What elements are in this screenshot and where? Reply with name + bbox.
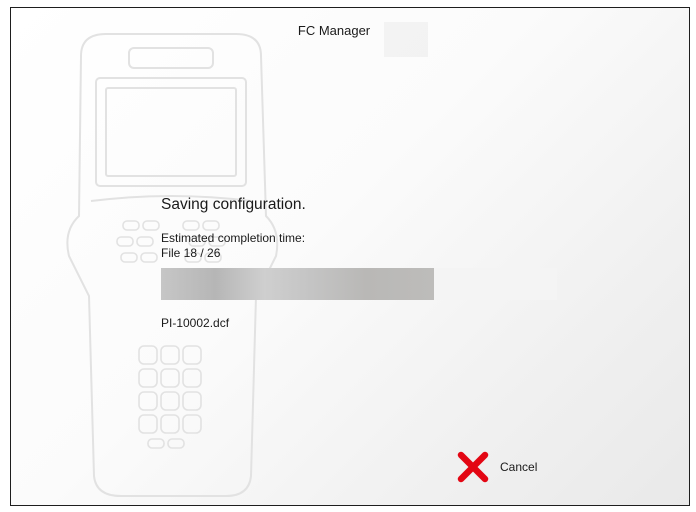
handheld-device-watermark-icon	[66, 33, 279, 497]
cancel-button-label: Cancel	[500, 460, 538, 474]
estimated-completion-label: Estimated completion time:	[161, 231, 306, 245]
save-progress-bar	[161, 268, 557, 300]
cancel-button[interactable]: Cancel	[456, 450, 537, 484]
current-file-name: PI-10002.dcf	[161, 316, 230, 330]
window-title: FC Manager	[297, 23, 371, 38]
close-x-icon	[457, 451, 489, 483]
file-progress-counter: File 18 / 26	[161, 246, 221, 260]
fc-manager-window: FC Manager Saving configuration. Estimat…	[10, 7, 690, 506]
status-heading: Saving configuration.	[161, 196, 306, 213]
save-progress-fill	[161, 268, 435, 300]
